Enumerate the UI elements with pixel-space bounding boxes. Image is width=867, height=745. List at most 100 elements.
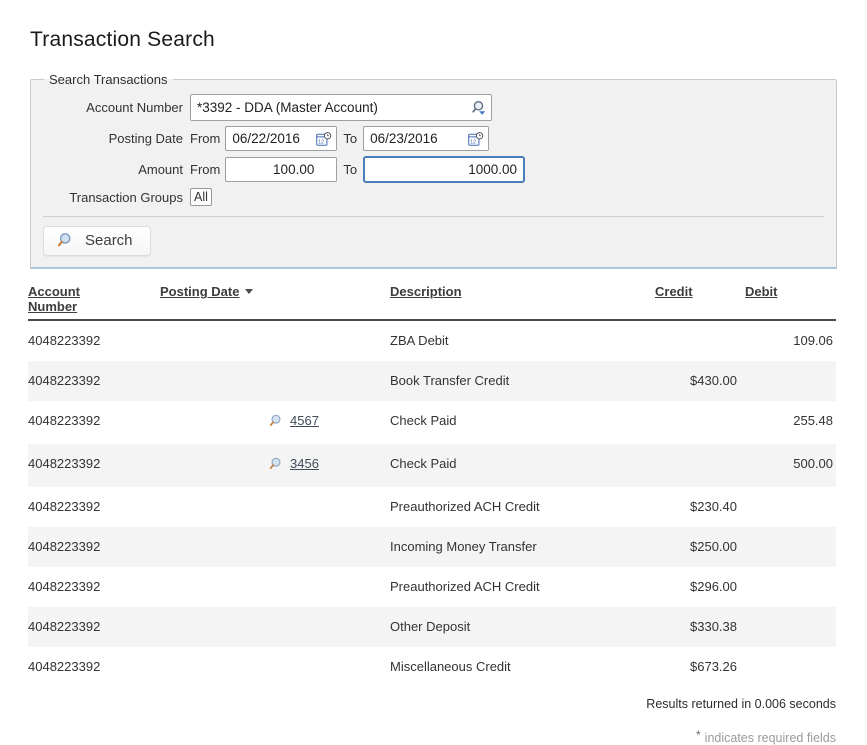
search-panel-legend: Search Transactions bbox=[44, 72, 173, 87]
account-number-cell: 4048223392 bbox=[28, 527, 160, 567]
posting-date-sort-link[interactable]: Posting Date bbox=[160, 284, 239, 299]
amount-from-wrap bbox=[225, 157, 337, 182]
transaction-groups-all-button[interactable]: All bbox=[190, 188, 212, 206]
column-header-credit[interactable]: Credit bbox=[655, 284, 745, 320]
search-transactions-panel: Search Transactions Account Number Posti… bbox=[30, 72, 837, 269]
posting-date-cell: 4567 bbox=[160, 401, 390, 444]
account-number-cell: 4048223392 bbox=[28, 487, 160, 527]
account-number-cell: 4048223392 bbox=[28, 567, 160, 607]
table-row: 4048223392 Other Deposit $330.38 bbox=[28, 607, 836, 647]
account-number-row: Account Number bbox=[43, 94, 824, 121]
column-header-description[interactable]: Description bbox=[390, 284, 655, 320]
calendar-clock-icon[interactable]: 12 bbox=[468, 131, 484, 146]
credit-cell: $250.00 bbox=[655, 527, 745, 567]
posting-date-cell bbox=[160, 567, 390, 607]
amount-row: Amount From To bbox=[43, 156, 824, 183]
results-table: Account Number Posting Date Description … bbox=[28, 284, 836, 687]
debit-cell: 500.00 bbox=[745, 444, 836, 487]
description-cell: Preauthorized ACH Credit bbox=[390, 487, 655, 527]
table-row: 4048223392 Book Transfer Credit $430.00 bbox=[28, 361, 836, 401]
credit-sort-link[interactable]: Credit bbox=[655, 284, 693, 299]
posting-date-from-wrap: 12 bbox=[225, 126, 337, 151]
debit-cell bbox=[745, 607, 836, 647]
required-asterisk: * bbox=[696, 728, 701, 742]
posting-date-cell bbox=[160, 607, 390, 647]
table-row: 4048223392 Preauthorized ACH Credit $230… bbox=[28, 487, 836, 527]
account-number-label: Account Number bbox=[43, 100, 183, 115]
check-link-group: 4567 bbox=[268, 413, 319, 429]
table-row: 4048223392 Incoming Money Transfer $250.… bbox=[28, 527, 836, 567]
search-button-row: Search bbox=[43, 217, 824, 267]
table-row: 4048223392 3456 Check Paid 500.00 bbox=[28, 444, 836, 487]
posting-date-from-label: From bbox=[190, 131, 220, 146]
posting-date-to-wrap: 12 bbox=[363, 126, 489, 151]
description-cell: ZBA Debit bbox=[390, 320, 655, 361]
account-number-sort-link[interactable]: Account Number bbox=[28, 284, 96, 314]
debit-cell bbox=[745, 647, 836, 687]
page-title: Transaction Search bbox=[30, 28, 867, 52]
debit-cell bbox=[745, 487, 836, 527]
description-cell: Check Paid bbox=[390, 401, 655, 444]
svg-text:12: 12 bbox=[470, 139, 476, 145]
transaction-groups-label: Transaction Groups bbox=[43, 190, 183, 205]
results-header-row: Account Number Posting Date Description … bbox=[28, 284, 836, 320]
account-number-cell: 4048223392 bbox=[28, 361, 160, 401]
table-row: 4048223392 Preauthorized ACH Credit $296… bbox=[28, 567, 836, 607]
view-check-magnifier-icon[interactable] bbox=[268, 414, 283, 428]
account-number-cell: 4048223392 bbox=[28, 320, 160, 361]
amount-to-input[interactable] bbox=[363, 156, 525, 183]
calendar-clock-icon[interactable]: 12 bbox=[316, 131, 332, 146]
amount-from-input[interactable] bbox=[225, 157, 337, 182]
posting-date-cell bbox=[160, 487, 390, 527]
column-header-account-number[interactable]: Account Number bbox=[28, 284, 160, 320]
credit-cell: $296.00 bbox=[655, 567, 745, 607]
debit-cell bbox=[745, 361, 836, 401]
table-row: 4048223392 Miscellaneous Credit $673.26 bbox=[28, 647, 836, 687]
amount-from-label: From bbox=[190, 162, 220, 177]
credit-cell bbox=[655, 401, 745, 444]
view-check-magnifier-icon[interactable] bbox=[268, 457, 283, 471]
credit-cell bbox=[655, 320, 745, 361]
check-number-link[interactable]: 4567 bbox=[290, 413, 319, 429]
column-header-posting-date[interactable]: Posting Date bbox=[160, 284, 390, 320]
account-number-cell: 4048223392 bbox=[28, 647, 160, 687]
check-number-link[interactable]: 3456 bbox=[290, 456, 319, 472]
search-button[interactable]: Search bbox=[43, 226, 151, 256]
check-link-group: 3456 bbox=[268, 456, 319, 472]
search-button-label: Search bbox=[85, 232, 133, 249]
credit-cell: $673.26 bbox=[655, 647, 745, 687]
amount-label: Amount bbox=[43, 162, 183, 177]
required-note-text: indicates required fields bbox=[705, 731, 836, 745]
debit-cell bbox=[745, 567, 836, 607]
credit-cell: $330.38 bbox=[655, 607, 745, 647]
account-number-input[interactable] bbox=[190, 94, 492, 121]
transaction-groups-row: Transaction Groups All bbox=[43, 188, 824, 206]
posting-date-cell bbox=[160, 361, 390, 401]
description-cell: Miscellaneous Credit bbox=[390, 647, 655, 687]
posting-date-cell bbox=[160, 647, 390, 687]
table-row: 4048223392 4567 Check Paid 255.48 bbox=[28, 401, 836, 444]
results-footer: Results returned in 0.006 seconds * indic… bbox=[28, 697, 836, 745]
account-lookup-magnifier-dropdown-icon[interactable] bbox=[470, 100, 487, 116]
debit-cell bbox=[745, 527, 836, 567]
posting-date-to-label: To bbox=[343, 131, 357, 146]
results-time-text: Results returned in 0.006 seconds bbox=[28, 697, 836, 711]
description-sort-link[interactable]: Description bbox=[390, 284, 462, 299]
description-cell: Other Deposit bbox=[390, 607, 655, 647]
account-number-field-wrap bbox=[190, 94, 492, 121]
description-cell: Check Paid bbox=[390, 444, 655, 487]
description-cell: Book Transfer Credit bbox=[390, 361, 655, 401]
amount-to-wrap bbox=[363, 156, 525, 183]
search-magnifier-icon bbox=[56, 232, 74, 249]
posting-date-label: Posting Date bbox=[43, 131, 183, 146]
posting-date-cell: 3456 bbox=[160, 444, 390, 487]
credit-cell: $230.40 bbox=[655, 487, 745, 527]
description-cell: Incoming Money Transfer bbox=[390, 527, 655, 567]
table-row: 4048223392 ZBA Debit 109.06 bbox=[28, 320, 836, 361]
column-header-debit[interactable]: Debit bbox=[745, 284, 836, 320]
description-cell: Preauthorized ACH Credit bbox=[390, 567, 655, 607]
credit-cell bbox=[655, 444, 745, 487]
debit-sort-link[interactable]: Debit bbox=[745, 284, 778, 299]
posting-date-cell bbox=[160, 527, 390, 567]
account-number-cell: 4048223392 bbox=[28, 444, 160, 487]
